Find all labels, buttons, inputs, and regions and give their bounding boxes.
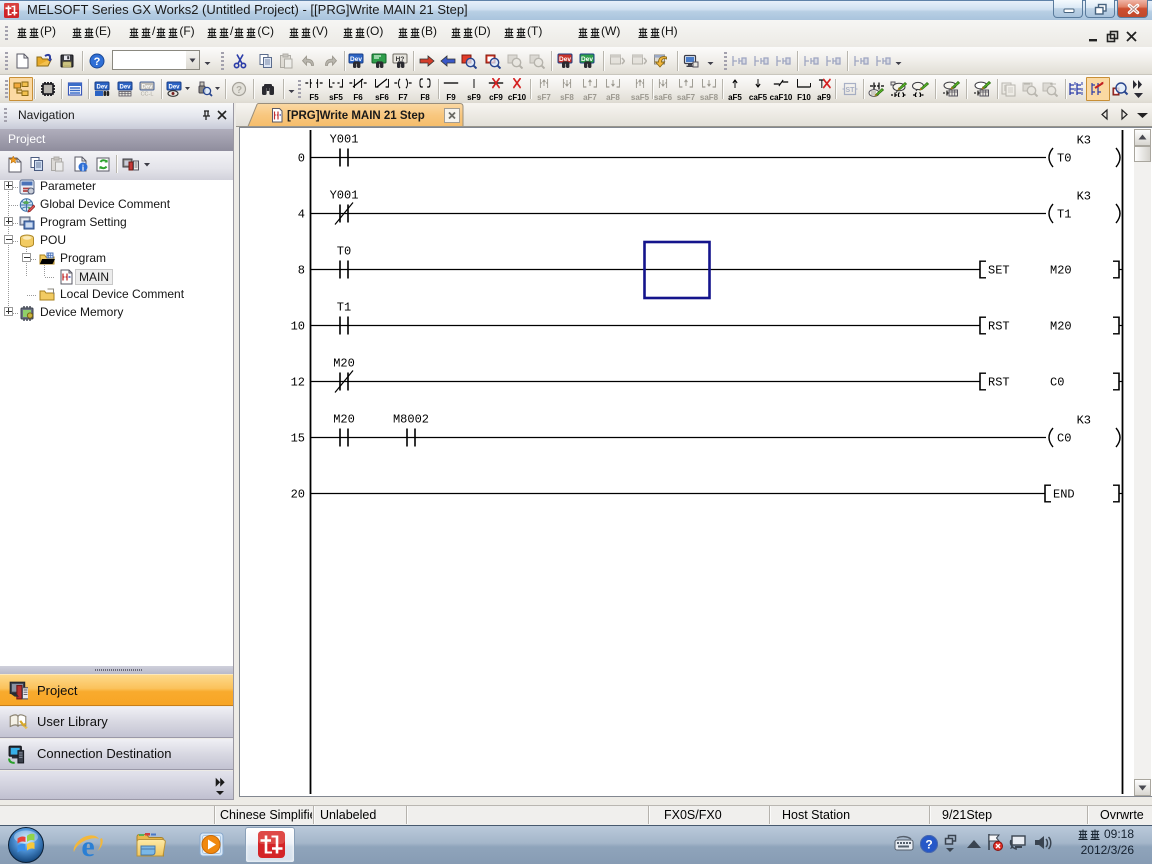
svg-text:M20: M20 [1050,264,1072,278]
svg-text:aF5: aF5 [728,93,742,102]
svg-text:M20: M20 [333,413,355,427]
svg-text:SET: SET [988,264,1010,278]
svg-text:?: ? [236,85,242,96]
svg-text:F10: F10 [797,93,811,102]
svg-text:C0: C0 [1057,432,1071,446]
svg-text:saF5: saF5 [631,93,650,102]
svg-text:e: e [81,830,94,861]
svg-text:Y001: Y001 [330,189,359,203]
svg-text:sF7: sF7 [537,93,551,102]
svg-text:Dev: Dev [96,85,108,91]
svg-text:T0: T0 [337,245,351,259]
svg-text:caF5: caF5 [749,93,768,102]
svg-text:CC-L: CC-L [141,92,154,98]
svg-text:RST: RST [988,320,1010,334]
svg-text:cF9: cF9 [489,93,503,102]
svg-text:aF8: aF8 [606,93,620,102]
svg-text:T1: T1 [1057,208,1071,222]
svg-text:F6: F6 [353,93,363,102]
svg-text:?: ? [94,56,101,68]
svg-text:T1: T1 [337,301,351,315]
svg-text:sF6: sF6 [375,93,389,102]
svg-text:RST: RST [988,376,1010,390]
svg-text:saF8: saF8 [700,93,719,102]
svg-text:F8: F8 [420,93,430,102]
svg-text:8: 8 [298,264,305,278]
svg-text:K3: K3 [1077,190,1091,204]
svg-text:saF7: saF7 [677,93,696,102]
svg-text:sF9: sF9 [467,93,481,102]
svg-text:K3: K3 [1077,414,1091,428]
svg-text:4: 4 [298,208,305,222]
svg-text:0: 0 [298,152,305,166]
svg-text:Dev: Dev [141,85,153,91]
svg-text:ST: ST [846,87,856,94]
svg-text:15: 15 [291,432,305,446]
svg-text:20: 20 [291,488,305,502]
svg-text:K3: K3 [1077,134,1091,148]
svg-text:12: 12 [291,376,305,390]
svg-text:caF10: caF10 [770,93,793,102]
svg-text:T0: T0 [1057,152,1071,166]
svg-text:Dev: Dev [119,85,131,91]
svg-text:F7: F7 [398,93,408,102]
svg-text:cF10: cF10 [508,93,527,102]
svg-text:?: ? [925,838,932,852]
svg-text:aF9: aF9 [817,93,831,102]
svg-text:M8002: M8002 [393,413,429,427]
svg-text:F9: F9 [446,93,456,102]
svg-text:sF8: sF8 [560,93,574,102]
svg-text:M20: M20 [1050,320,1072,334]
svg-text:sF5: sF5 [329,93,343,102]
svg-text:aF7: aF7 [583,93,597,102]
svg-text:END: END [1053,488,1075,502]
svg-text:saF6: saF6 [654,93,673,102]
svg-text:C0: C0 [1050,376,1064,390]
svg-text:10: 10 [291,320,305,334]
svg-text:Dev: Dev [168,85,180,91]
svg-text:Y001: Y001 [330,133,359,147]
svg-text:M20: M20 [333,357,355,371]
svg-text:F5: F5 [309,93,319,102]
